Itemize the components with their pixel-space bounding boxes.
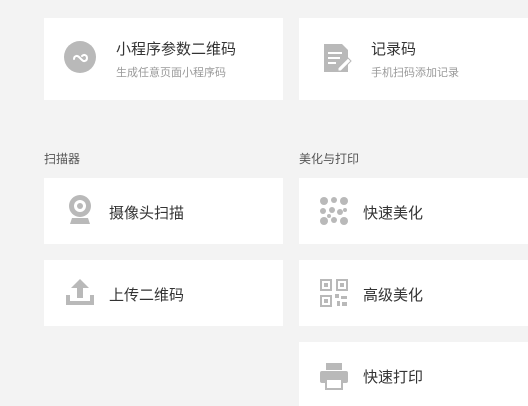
quick-beautify-title: 快速美化 [363,204,424,222]
webcam-icon [69,195,91,224]
record-icon [324,44,352,72]
printer-icon [320,363,348,390]
mini-program-qr-card[interactable]: 小程序参数二维码 生成任意页面小程序码 [44,18,283,100]
upload-qr-title: 上传二维码 [109,286,185,304]
record-code-subtitle: 手机扫码添加记录 [371,66,459,79]
advanced-beautify-title: 高级美化 [363,286,424,304]
record-code-card[interactable]: 记录码 手机扫码添加记录 [299,18,528,100]
quick-print-card[interactable]: 快速打印 [299,342,528,406]
mini-program-icon [64,41,96,73]
record-code-title: 记录码 [371,40,417,58]
qr-beautify-icon [320,197,348,225]
mini-program-qr-title: 小程序参数二维码 [116,40,237,58]
mini-program-qr-subtitle: 生成任意页面小程序码 [116,66,226,79]
quick-beautify-card[interactable]: 快速美化 [299,178,528,244]
qr-advanced-icon [320,279,348,307]
quick-print-title: 快速打印 [363,368,424,386]
upload-qr-card[interactable]: 上传二维码 [44,260,283,326]
section-scanner-label: 扫描器 [44,152,81,166]
section-beautify-print-label: 美化与打印 [299,152,360,166]
camera-scan-title: 摄像头扫描 [109,204,185,222]
camera-scan-card[interactable]: 摄像头扫描 [44,178,283,244]
advanced-beautify-card[interactable]: 高级美化 [299,260,528,326]
upload-icon [66,279,94,305]
